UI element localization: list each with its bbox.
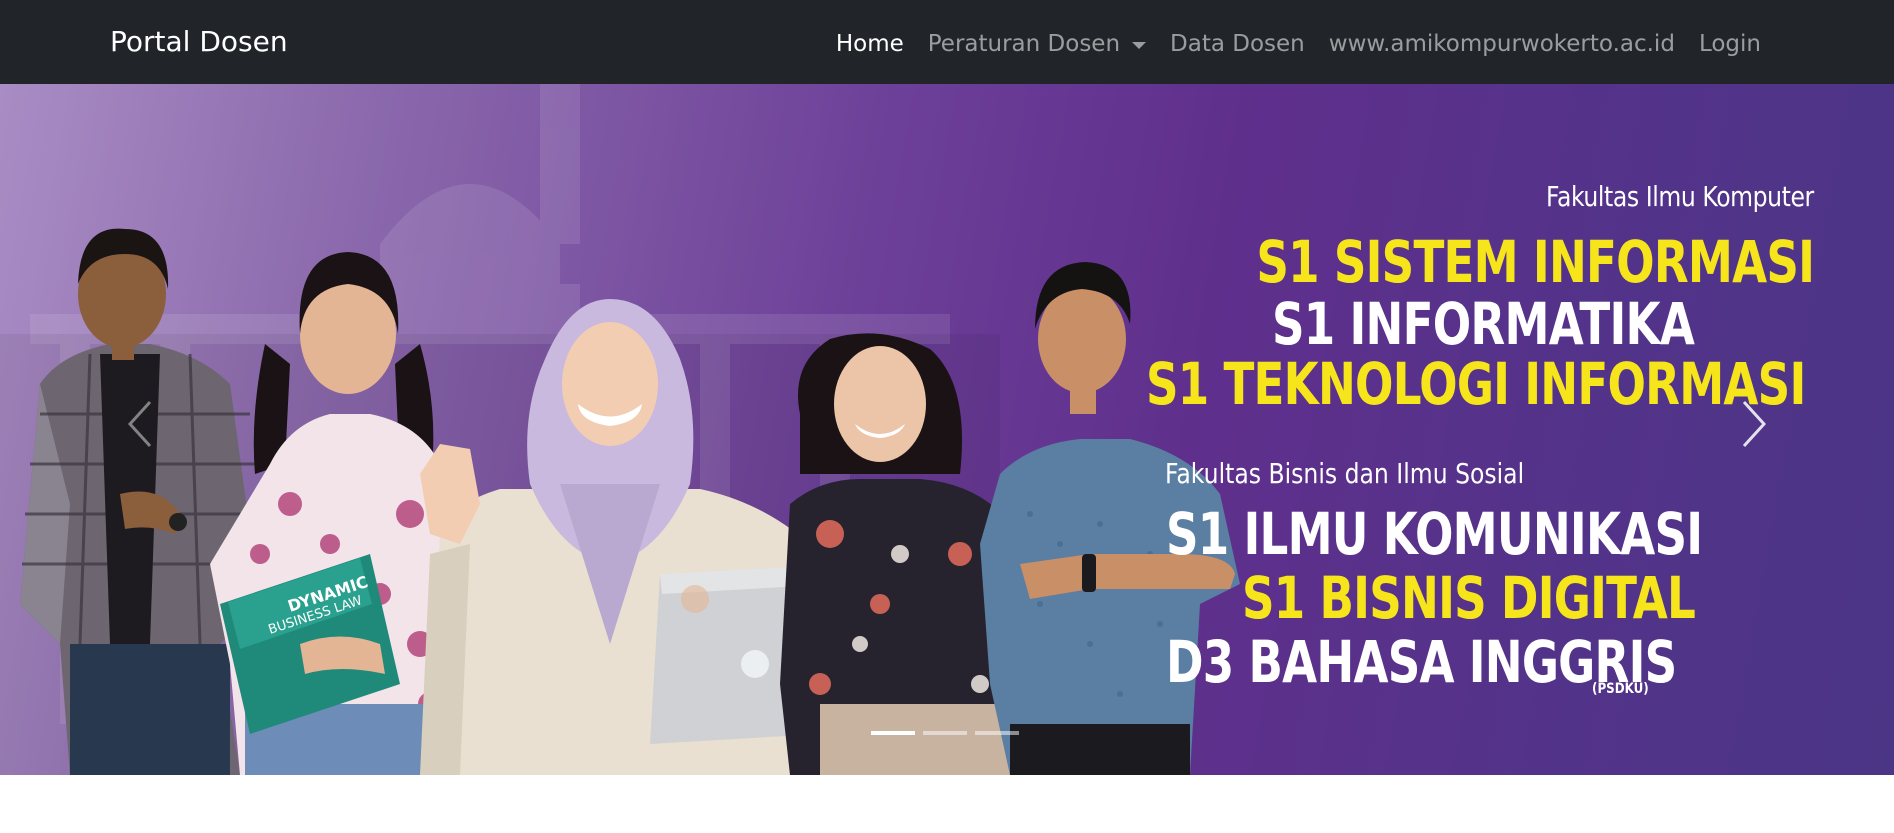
carousel-prev-button[interactable] xyxy=(100,374,180,474)
chevron-right-icon xyxy=(1742,400,1767,448)
carousel-indicator-3[interactable] xyxy=(975,731,1019,735)
carousel-indicator-1[interactable] xyxy=(871,731,915,735)
program-s1-sistem-informasi: S1 SISTEM INFORMASI xyxy=(1256,228,1815,296)
students-photo: DYNAMIC BUSINESS LAW xyxy=(20,228,1240,775)
nav-home-label: Home xyxy=(835,31,904,57)
nav-website-link[interactable]: www.amikompurwokerto.ac.id xyxy=(1317,27,1687,61)
nav-home[interactable]: Home xyxy=(824,27,916,61)
caret-down-icon xyxy=(1132,41,1147,49)
nav-website-label: www.amikompurwokerto.ac.id xyxy=(1328,31,1675,57)
nav-login[interactable]: Login xyxy=(1687,27,1773,61)
program-s1-informatika: S1 INFORMATIKA xyxy=(1272,290,1695,358)
student-1-figure xyxy=(20,228,260,775)
nav-peraturan-dosen-dropdown[interactable]: Peraturan Dosen xyxy=(916,27,1158,61)
student-2-figure: DYNAMIC BUSINESS LAW xyxy=(210,252,450,775)
brand-link[interactable]: Portal Dosen xyxy=(110,25,288,59)
nav-links: Home Peraturan Dosen Data Dosen www.amik… xyxy=(824,27,1773,61)
nav-login-label: Login xyxy=(1698,31,1761,57)
nav-data-dosen[interactable]: Data Dosen xyxy=(1158,27,1317,61)
carousel-next-button[interactable] xyxy=(1714,374,1794,474)
faculty-business-social-heading: Fakultas Bisnis dan Ilmu Sosial xyxy=(1165,457,1525,490)
hero-carousel: DYNAMIC BUSINESS LAW Fakultas Ilmu Kompu… xyxy=(0,84,1894,775)
program-s1-bisnis-digital: S1 BISNIS DIGITAL xyxy=(1242,564,1696,632)
carousel-indicator-2[interactable] xyxy=(923,731,967,735)
program-s1-ilmu-komunikasi: S1 ILMU KOMUNIKASI xyxy=(1166,500,1703,568)
carousel-indicators xyxy=(871,731,1019,735)
program-s1-teknologi-informasi: S1 TEKNOLOGI INFORMASI xyxy=(1146,350,1806,418)
chevron-left-icon xyxy=(127,400,152,448)
psdku-tag: (PSDKU) xyxy=(1592,681,1649,697)
nav-peraturan-label: Peraturan Dosen xyxy=(927,31,1121,57)
navbar: Portal Dosen Home Peraturan Dosen Data D… xyxy=(0,0,1894,84)
faculty-computer-science-heading: Fakultas Ilmu Komputer xyxy=(1546,180,1814,213)
nav-data-dosen-label: Data Dosen xyxy=(1170,31,1305,57)
